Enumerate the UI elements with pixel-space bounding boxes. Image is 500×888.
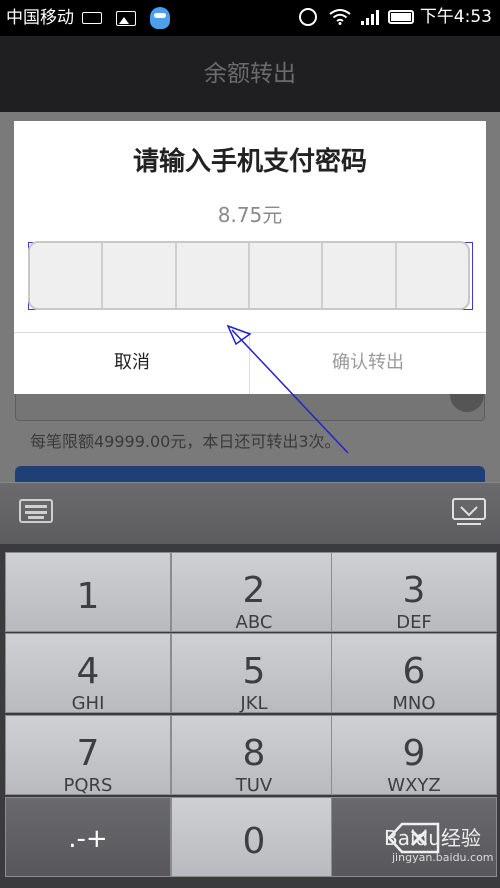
keyboard-icon <box>82 12 102 24</box>
key-number: 5 <box>242 651 266 692</box>
key-number: 4 <box>76 651 100 692</box>
key-number: 9 <box>402 733 426 774</box>
key-6[interactable]: 6 MNO <box>331 633 497 714</box>
password-cell <box>323 243 397 308</box>
key-number: 1 <box>76 576 100 617</box>
password-cell <box>103 243 177 308</box>
key-1[interactable]: 1 <box>5 552 171 632</box>
key-2[interactable]: 2 ABC <box>171 552 337 633</box>
signal-icon <box>360 9 379 25</box>
watermark-brand: Baidu经验 <box>384 826 481 850</box>
keyboard-switch-icon[interactable] <box>19 499 53 523</box>
transfer-amount: 8.75元 <box>217 203 283 227</box>
key-number: 7 <box>76 733 100 774</box>
key-letters: ABC <box>235 612 273 633</box>
key-number: 0 <box>242 821 266 862</box>
carrier-name: 中国移动 <box>6 8 74 28</box>
watermark-url: jingyan.baidu.com <box>392 851 494 864</box>
key-letters: JKL <box>240 693 268 714</box>
alarm-icon <box>298 8 317 26</box>
password-cell <box>397 243 468 308</box>
status-bar-left: 中国移动 <box>6 7 170 29</box>
key-number: 8 <box>242 733 266 774</box>
dialog-title: 请输入手机支付密码 <box>132 147 367 177</box>
key-letters: WXYZ <box>387 775 441 796</box>
key-letters: GHI <box>71 693 105 714</box>
clock-time: 下午4:53 <box>419 7 492 27</box>
qq-icon <box>150 7 170 29</box>
baidu-watermark: Baidu经验 jingyan.baidu.com <box>384 822 494 864</box>
page-title: 余额转出 <box>204 61 296 87</box>
key-7[interactable]: 7 PQRS <box>5 715 171 796</box>
limit-note: 每笔限额49999.00元，本日还可转出3次。 <box>30 432 341 451</box>
password-cell <box>250 243 324 308</box>
key-symbols[interactable]: .-+ <box>5 797 171 877</box>
key-letters: DEF <box>396 612 432 633</box>
hide-keyboard-icon[interactable] <box>451 497 487 527</box>
key-letters: MNO <box>392 693 436 714</box>
key-4[interactable]: 4 GHI <box>5 633 171 714</box>
key-0[interactable]: 0 <box>171 797 337 877</box>
image-icon <box>116 10 136 26</box>
key-letters: PQRS <box>63 775 113 796</box>
status-bar: 中国移动 下午4:53 <box>0 0 500 36</box>
key-3[interactable]: 3 DEF <box>331 552 497 633</box>
wifi-icon <box>329 9 351 25</box>
key-number: 6 <box>402 651 426 692</box>
key-symbols-label: .-+ <box>68 824 108 854</box>
keyboard-toolbar <box>0 482 500 544</box>
key-number: 2 <box>242 570 266 611</box>
password-cell <box>177 243 250 308</box>
key-number: 3 <box>402 570 426 611</box>
confirm-transfer-button[interactable]: 确认转出 <box>250 332 486 394</box>
password-cell <box>30 243 104 308</box>
key-9[interactable]: 9 WXYZ <box>331 715 497 796</box>
status-bar-right: 下午4:53 <box>298 7 492 27</box>
app-header: 余额转出 <box>0 36 500 112</box>
key-5[interactable]: 5 JKL <box>171 633 337 714</box>
cancel-button[interactable]: 取消 <box>14 332 250 394</box>
key-letters: TUV <box>235 775 273 796</box>
key-8[interactable]: 8 TUV <box>171 715 337 796</box>
password-input[interactable] <box>28 241 470 310</box>
battery-icon <box>387 10 414 24</box>
